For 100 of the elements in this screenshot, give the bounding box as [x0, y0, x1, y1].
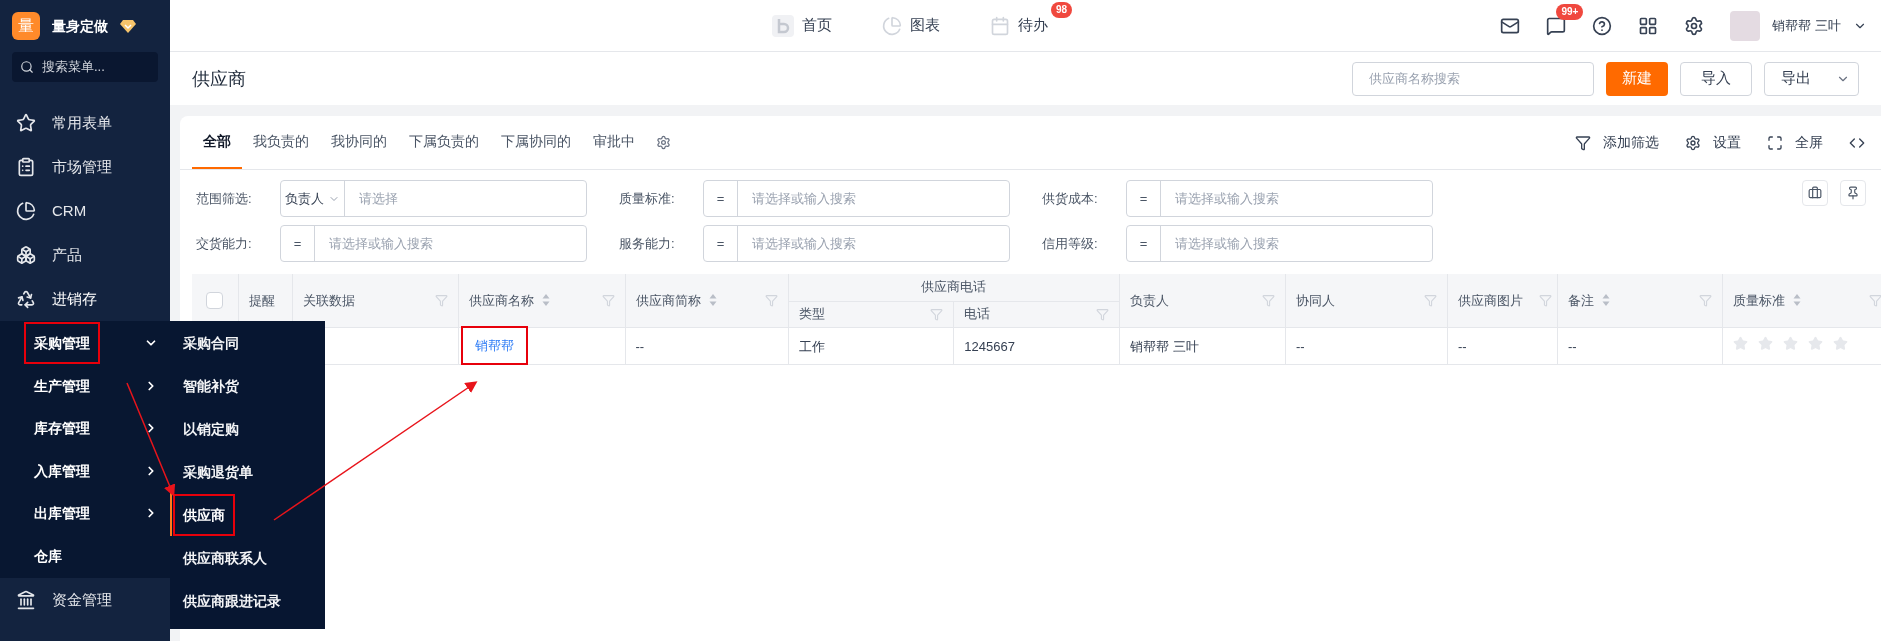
boxes-icon — [16, 245, 36, 265]
submenu-group[interactable]: 采购管理 — [26, 324, 98, 363]
filter-field[interactable]: = 请选择或输入搜索 — [703, 225, 1010, 262]
submenu-item[interactable]: 智能补货 — [175, 366, 247, 405]
filter-icon[interactable] — [1869, 293, 1881, 307]
nav-link[interactable]: 首页 — [772, 14, 832, 37]
filter-label: 交货能力: — [195, 234, 253, 253]
sort-icon — [541, 293, 550, 308]
filter-label: 范围筛选: — [195, 189, 253, 208]
count-badge: 98 — [1050, 2, 1072, 19]
column-header: 协同人 — [1296, 291, 1335, 310]
tab[interactable]: 下属负责的 — [398, 116, 490, 169]
sort-icon — [1793, 293, 1801, 308]
column-header: 供应商简称 — [635, 291, 701, 310]
menu-search-field[interactable]: 搜索菜单... — [12, 52, 158, 82]
toolbar-button[interactable]: 添加筛选 — [1575, 132, 1659, 153]
submenu-group[interactable]: 出库管理 — [26, 494, 98, 533]
filter-icon[interactable] — [764, 293, 778, 307]
table-cell: 1245667 — [964, 338, 1015, 354]
pin-button[interactable] — [1840, 180, 1866, 206]
count-badge: 99+ — [1556, 3, 1584, 20]
submenu-group[interactable]: 仓库 — [26, 536, 70, 575]
tab[interactable]: 审批中 — [582, 116, 646, 169]
filter-icon[interactable] — [1699, 293, 1712, 307]
table-cell: 工作 — [798, 338, 825, 354]
search-placeholder: 搜索菜单... — [42, 58, 105, 77]
help-icon[interactable] — [1592, 15, 1613, 36]
table-cell: -- — [1296, 338, 1305, 354]
settings-icon — [1685, 134, 1701, 151]
sort-icon — [708, 293, 717, 308]
clipboard-icon — [16, 157, 36, 177]
sidebar-item[interactable]: 产品 — [0, 233, 170, 277]
filter-icon[interactable] — [1262, 293, 1275, 307]
bank-icon — [16, 590, 36, 610]
nav-link[interactable]: 图表 — [882, 14, 940, 37]
table-cell: 销帮帮 三叶 — [1130, 338, 1199, 354]
filter-field[interactable]: = 请选择或输入搜索 — [1126, 180, 1433, 217]
search-icon — [20, 60, 34, 74]
sidebar-item[interactable]: 资金管理 — [0, 578, 170, 622]
submenu-item[interactable]: 供应商跟进记录 — [175, 581, 289, 620]
filter-icon[interactable] — [1424, 293, 1437, 307]
settings-icon[interactable] — [1684, 15, 1705, 36]
star-rating[interactable] — [1733, 335, 1848, 351]
filter-label: 供货成本: — [1041, 189, 1099, 208]
diamond-icon — [120, 19, 136, 33]
tab[interactable]: 我负责的 — [242, 116, 320, 169]
filter-label: 信用等级: — [1041, 234, 1099, 253]
user-menu[interactable]: 销帮帮 三叶 — [1730, 10, 1867, 41]
submenu-item[interactable]: 采购退货单 — [175, 452, 261, 491]
filter-icon — [1575, 134, 1591, 151]
export-button[interactable]: 导出 — [1764, 61, 1859, 96]
submenu-group[interactable]: 入库管理 — [26, 451, 98, 490]
tab[interactable]: 我协同的 — [320, 116, 398, 169]
calendar-icon — [990, 15, 1010, 36]
filter-icon[interactable] — [1096, 307, 1109, 321]
import-button[interactable]: 导入 — [1680, 61, 1752, 96]
submenu-item[interactable]: 供应商联系人 — [175, 538, 275, 577]
pie-chart-icon — [882, 15, 902, 36]
filter-icon[interactable] — [1539, 293, 1552, 307]
grid-icon[interactable] — [1638, 15, 1659, 36]
star-icon — [16, 113, 36, 133]
submenu-item[interactable]: 供应商 — [175, 495, 233, 534]
submenu-group[interactable]: 生产管理 — [26, 366, 98, 405]
settings-icon[interactable] — [656, 135, 671, 150]
column-group-header: 供应商电话 — [920, 278, 988, 297]
submenu-item[interactable]: 以销定购 — [175, 409, 247, 448]
supplier-link[interactable]: 销帮帮 — [462, 327, 526, 364]
sidebar-item[interactable]: 市场管理 — [0, 145, 170, 189]
column-header: 电话 — [964, 305, 991, 324]
filter-field[interactable]: 负责人 请选择 — [280, 180, 587, 217]
sort-icon — [1602, 293, 1610, 308]
filter-field[interactable]: = 请选择或输入搜索 — [280, 225, 587, 262]
clear-filter-button[interactable] — [1802, 180, 1828, 206]
sidebar-item[interactable]: CRM — [0, 189, 170, 233]
sidebar-item[interactable]: 常用表单 — [0, 101, 170, 145]
star-icon — [1833, 335, 1848, 351]
chat-icon[interactable] — [1546, 15, 1567, 36]
column-header: 关联数据 — [302, 291, 355, 310]
tab[interactable]: 全部 — [192, 116, 242, 169]
star-icon — [1733, 335, 1748, 351]
filter-icon[interactable] — [434, 293, 448, 307]
fullscreen-icon — [1767, 134, 1783, 151]
toolbar-button[interactable]: 设置 — [1685, 132, 1741, 153]
briefcase-icon — [1808, 186, 1822, 200]
filter-field[interactable]: = 请选择或输入搜索 — [703, 180, 1010, 217]
filter-icon[interactable] — [601, 293, 615, 307]
submenu-group[interactable]: 库存管理 — [26, 409, 98, 448]
submenu-item[interactable]: 采购合同 — [175, 323, 247, 362]
star-icon — [1808, 335, 1823, 351]
table-cell: -- — [635, 338, 645, 354]
table-cell: -- — [1458, 338, 1467, 354]
filter-icon[interactable] — [930, 307, 944, 321]
sidebar-item[interactable]: 进销存 — [0, 277, 170, 321]
pie-chart-icon — [16, 201, 36, 221]
toolbar-button[interactable]: 全屏 — [1767, 132, 1823, 153]
filter-field[interactable]: = 请选择或输入搜索 — [1126, 225, 1433, 262]
column-header: 提醒 — [248, 291, 275, 310]
select-all-checkbox[interactable] — [206, 291, 224, 309]
star-icon — [1758, 335, 1773, 351]
tab[interactable]: 下属协同的 — [490, 116, 582, 169]
